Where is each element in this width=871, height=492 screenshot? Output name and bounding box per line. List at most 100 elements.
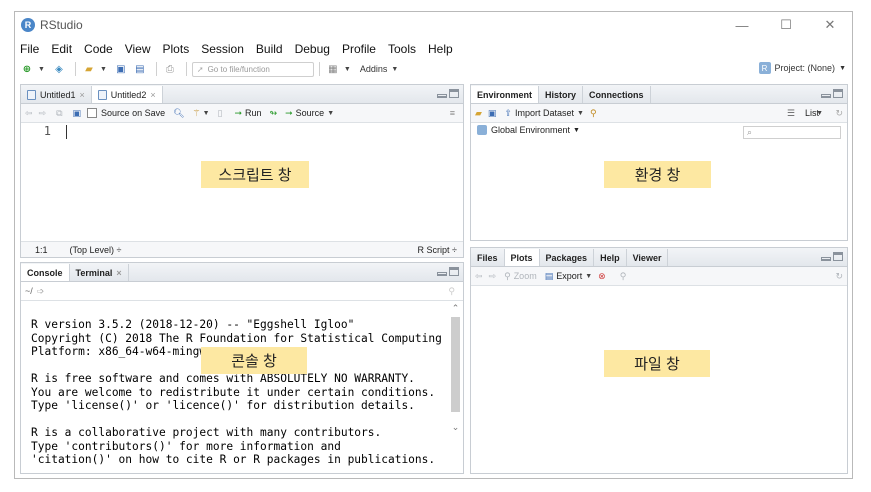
search-icon[interactable]: 🔍︎ (173, 108, 184, 119)
new-project-icon[interactable]: ◈ (51, 62, 67, 76)
goto-file-input[interactable]: ➚ Go to file/function (191, 61, 314, 77)
menu-build[interactable]: Build (256, 42, 283, 56)
magic-wand-icon[interactable]: ⚚ (193, 108, 201, 119)
tab-connections[interactable]: Connections (583, 86, 651, 103)
menu-view[interactable]: View (125, 42, 151, 56)
chevron-down-icon[interactable]: ▼ (344, 66, 351, 73)
tab-untitled1[interactable]: Untitled1 × (21, 86, 92, 103)
grid-layout-icon[interactable]: ▦ (325, 62, 341, 76)
minimize-pane-icon[interactable] (821, 257, 831, 261)
chevron-down-icon[interactable]: ▼ (203, 110, 210, 117)
source-pane-overlay-label: 스크립트 창 (201, 161, 309, 188)
title-bar: R RStudio — ☐ ✕ (15, 12, 852, 38)
export-button[interactable]: Export (556, 271, 582, 281)
file-type-selector[interactable]: R Script ÷ (418, 245, 457, 255)
save-icon[interactable]: ▣ (488, 108, 497, 119)
tab-untitled2[interactable]: Untitled2 × (91, 86, 163, 103)
forward-arrow-icon[interactable]: ⇨ (39, 108, 47, 119)
tab-environment[interactable]: Environment (471, 86, 540, 103)
show-in-window-icon[interactable]: ⧉ (56, 108, 62, 119)
text-cursor (66, 125, 67, 139)
close-icon[interactable]: × (80, 90, 85, 100)
print-icon[interactable]: ⎙ (162, 62, 178, 76)
refresh-icon[interactable]: ↻ (835, 271, 843, 282)
maximize-button[interactable]: ☐ (764, 12, 808, 38)
cursor-position: 1:1 (35, 244, 48, 255)
project-menu[interactable]: R Project: (None) ▼ (758, 62, 846, 74)
tab-history[interactable]: History (539, 86, 584, 103)
tab-console[interactable]: Console (21, 264, 70, 281)
window-controls: — ☐ ✕ (720, 12, 852, 38)
maximize-pane-icon[interactable] (833, 89, 843, 98)
minimize-pane-icon[interactable] (437, 272, 447, 276)
tab-plots[interactable]: Plots (504, 249, 540, 266)
tab-help[interactable]: Help (594, 249, 627, 266)
menu-session[interactable]: Session (201, 42, 244, 56)
menu-debug[interactable]: Debug (295, 42, 330, 56)
open-folder-icon[interactable]: ▰ (475, 108, 482, 119)
broom-icon[interactable]: ⚲ (448, 286, 455, 297)
refresh-icon[interactable]: ↻ (835, 108, 843, 119)
forward-arrow-icon[interactable]: ⇨ (489, 271, 497, 282)
new-file-icon[interactable]: ⊕ (19, 62, 35, 76)
remove-plot-icon[interactable]: ⊗ (598, 271, 606, 282)
menu-plots[interactable]: Plots (163, 42, 190, 56)
chevron-down-icon[interactable]: ▼ (100, 66, 107, 73)
zoom-button[interactable]: Zoom (514, 271, 537, 281)
broom-icon[interactable]: ⚲ (590, 108, 597, 119)
r-file-icon (27, 89, 36, 100)
run-button[interactable]: Run (245, 108, 262, 118)
chevron-down-icon[interactable]: ▼ (816, 110, 823, 117)
scroll-up-icon[interactable]: ⌃ (450, 303, 461, 314)
r-env-icon (477, 125, 487, 135)
import-dataset-button[interactable]: Import Dataset (515, 108, 574, 118)
chevron-down-icon[interactable]: ▼ (38, 66, 45, 73)
compile-report-icon[interactable]: ▯ (218, 108, 223, 119)
minimize-pane-icon[interactable] (821, 94, 831, 98)
back-arrow-icon[interactable]: ⇦ (25, 108, 33, 119)
menu-edit[interactable]: Edit (51, 42, 72, 56)
console-scrollbar[interactable]: ⌃ ⌄ (450, 303, 461, 433)
files-pane: Files Plots Packages Help Viewer ⇦ ⇨ ⚲ Z… (470, 247, 848, 474)
save-icon[interactable]: ▣ (73, 108, 82, 119)
minimize-pane-icon[interactable] (437, 94, 447, 98)
global-environment-selector[interactable]: Global Environment ▼ (477, 125, 580, 135)
minimize-button[interactable]: — (720, 12, 764, 38)
addins-menu[interactable]: Addins (360, 64, 388, 74)
tab-packages[interactable]: Packages (540, 249, 595, 266)
menu-help[interactable]: Help (428, 42, 453, 56)
source-button[interactable]: Source (296, 108, 325, 118)
menu-code[interactable]: Code (84, 42, 113, 56)
chevron-down-icon[interactable]: ▼ (585, 273, 592, 280)
save-icon[interactable]: ▣ (113, 62, 129, 76)
go-to-directory-icon[interactable]: ➩ (37, 286, 45, 297)
scrollbar-thumb[interactable] (451, 317, 460, 412)
scroll-down-icon[interactable]: ⌄ (450, 422, 461, 433)
menu-tools[interactable]: Tools (388, 42, 416, 56)
source-on-save-checkbox[interactable] (87, 108, 98, 118)
tab-files[interactable]: Files (471, 249, 505, 266)
maximize-pane-icon[interactable] (449, 89, 459, 98)
rerun-icon[interactable]: ↬ (270, 108, 278, 119)
close-icon[interactable]: × (116, 268, 121, 278)
outline-icon[interactable]: ≡ (450, 108, 455, 118)
close-icon[interactable]: × (150, 90, 155, 100)
chevron-down-icon[interactable]: ▼ (327, 110, 334, 117)
save-all-icon[interactable]: ▤ (132, 62, 148, 76)
chevron-down-icon[interactable]: ▼ (391, 66, 398, 73)
menu-file[interactable]: File (20, 42, 39, 56)
tab-terminal[interactable]: Terminal × (70, 264, 129, 281)
scope-selector[interactable]: (Top Level) ÷ (70, 245, 122, 255)
back-arrow-icon[interactable]: ⇦ (475, 271, 483, 282)
maximize-pane-icon[interactable] (449, 267, 459, 276)
broom-icon[interactable]: ⚲ (620, 271, 627, 282)
environment-scope: Global Environment (491, 125, 571, 135)
tab-viewer[interactable]: Viewer (627, 249, 669, 266)
environment-tabbar: Environment History Connections (471, 85, 847, 104)
maximize-pane-icon[interactable] (833, 252, 843, 261)
open-folder-icon[interactable]: ▰ (81, 62, 97, 76)
environment-search-input[interactable]: ⌕ (743, 126, 841, 139)
menu-profile[interactable]: Profile (342, 42, 376, 56)
chevron-down-icon[interactable]: ▼ (577, 110, 584, 117)
close-button[interactable]: ✕ (808, 12, 852, 38)
